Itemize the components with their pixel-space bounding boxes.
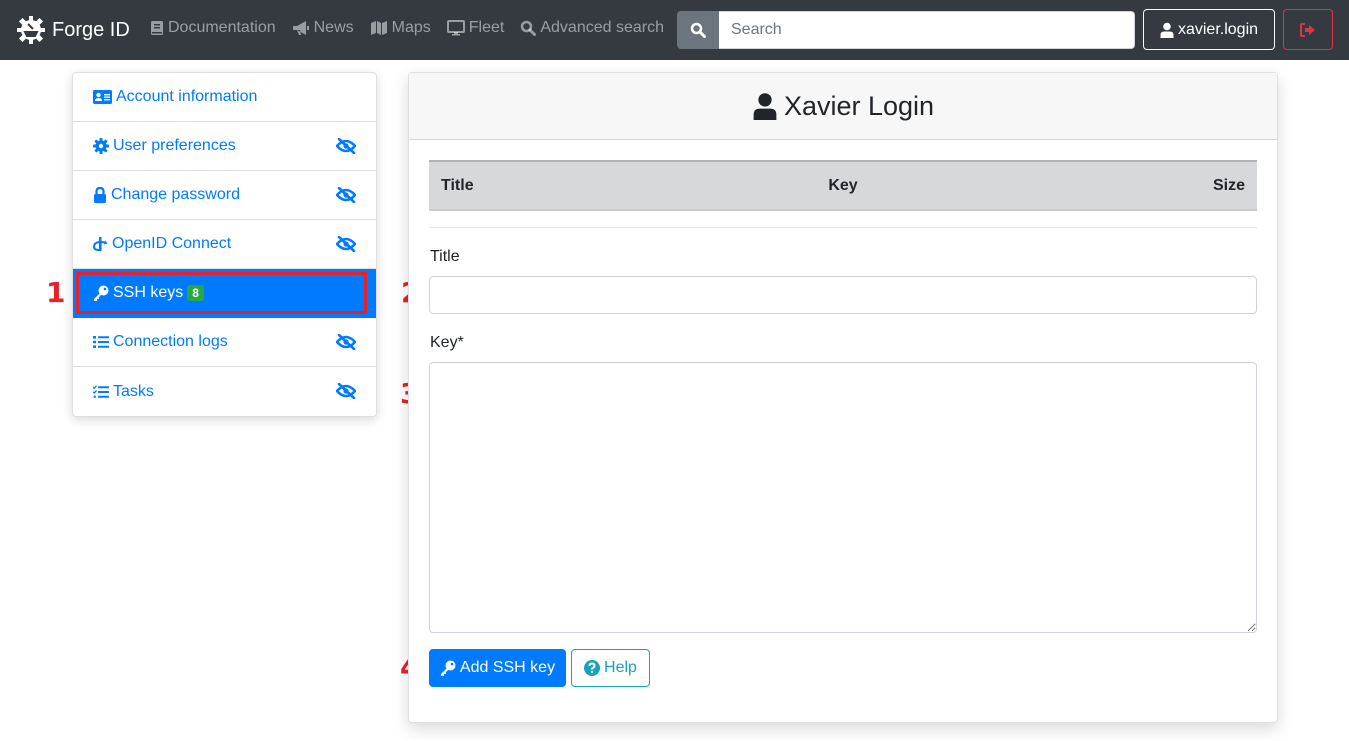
sidebar-item-label: Connection logs <box>113 333 228 350</box>
add-ssh-key-button[interactable]: Add SSH key <box>429 649 566 687</box>
account-sidebar: Account information User preferences Cha… <box>72 72 377 417</box>
navbar: Forge ID Documentation News Maps Fleet A… <box>0 0 1349 60</box>
key-textarea[interactable] <box>429 362 1257 633</box>
sign-out-icon <box>1300 22 1315 37</box>
nav-link-label: Fleet <box>468 19 505 36</box>
user-account-button[interactable]: xavier.login <box>1143 9 1275 50</box>
search-icon <box>690 22 706 38</box>
nav-link-label: Documentation <box>168 19 276 36</box>
nav-links: Documentation News Maps Fleet Advanced s… <box>150 19 680 37</box>
key-icon <box>94 285 109 301</box>
key-label: Key* <box>430 334 464 351</box>
nav-link-maps[interactable]: Maps <box>370 19 431 37</box>
desktop-icon <box>446 20 465 36</box>
sidebar-item-change-password[interactable]: Change password <box>73 171 376 220</box>
id-card-icon <box>93 90 112 104</box>
key-icon <box>440 660 456 676</box>
sidebar-item-label: Account information <box>116 88 258 105</box>
forge-logo-icon <box>17 16 45 44</box>
eye-slash-icon <box>336 236 356 252</box>
sidebar-item-label: User preferences <box>113 137 236 154</box>
title-input[interactable] <box>429 276 1257 314</box>
map-icon <box>370 21 387 35</box>
brand-name: Forge ID <box>52 18 130 41</box>
sidebar-item-label: SSH keys <box>113 284 184 301</box>
user-button-label: xavier.login <box>1177 20 1259 38</box>
bullhorn-icon <box>292 21 309 35</box>
user-icon <box>753 93 777 120</box>
sidebar-item-user-preferences[interactable]: User preferences <box>73 122 376 171</box>
lock-icon <box>94 187 106 203</box>
search-group <box>677 11 1135 49</box>
help-label: Help <box>604 659 637 676</box>
search-icon <box>521 20 537 36</box>
user-icon <box>1160 22 1174 38</box>
nav-link-documentation[interactable]: Documentation <box>150 19 276 37</box>
nav-link-label: Advanced search <box>540 19 664 36</box>
card-header: Xavier Login <box>409 73 1277 140</box>
nav-link-label: Maps <box>391 19 431 36</box>
sidebar-item-openid-connect[interactable]: OpenID Connect <box>73 220 376 269</box>
page-title: Xavier Login <box>783 90 935 121</box>
sidebar-item-tasks[interactable]: Tasks <box>73 367 376 416</box>
column-header-key[interactable]: Key <box>641 177 1045 195</box>
eye-slash-icon <box>336 138 356 154</box>
add-ssh-key-label: Add SSH key <box>459 659 556 676</box>
title-label: Title <box>430 248 460 265</box>
eye-slash-icon <box>336 187 356 203</box>
divider <box>429 227 1257 228</box>
search-input[interactable] <box>719 11 1135 49</box>
sidebar-item-ssh-keys[interactable]: SSH keys 8 <box>73 269 376 318</box>
nav-link-advanced-search[interactable]: Advanced search <box>520 19 664 37</box>
ssh-keys-card: Xavier Login Title Key Size Title Key* A… <box>408 72 1278 723</box>
tasks-icon <box>93 384 109 398</box>
column-header-size[interactable]: Size <box>1045 177 1245 195</box>
sidebar-item-account-information[interactable]: Account information <box>73 73 376 122</box>
openid-icon <box>93 237 108 251</box>
eye-slash-icon <box>336 334 356 350</box>
column-header-title[interactable]: Title <box>441 177 641 195</box>
sidebar-item-connection-logs[interactable]: Connection logs <box>73 318 376 367</box>
gear-icon <box>93 138 109 154</box>
brand[interactable]: Forge ID <box>16 15 130 45</box>
nav-link-label: News <box>313 19 354 36</box>
sidebar-item-label: OpenID Connect <box>112 235 232 252</box>
table-header: Title Key Size <box>429 160 1257 211</box>
book-icon <box>151 21 163 35</box>
help-button[interactable]: Help <box>571 649 650 687</box>
eye-slash-icon <box>336 383 356 399</box>
sidebar-item-label: Tasks <box>113 382 154 400</box>
list-icon <box>93 336 109 348</box>
search-button[interactable] <box>677 11 719 49</box>
nav-link-news[interactable]: News <box>292 19 354 37</box>
ssh-keys-count-badge: 8 <box>187 285 204 301</box>
annotation-marker-1: 1 <box>46 276 66 309</box>
question-circle-icon <box>584 660 601 676</box>
sidebar-item-label: Change password <box>111 186 240 203</box>
ssh-keys-table: Title Key Size <box>429 160 1257 211</box>
nav-link-fleet[interactable]: Fleet <box>446 19 505 37</box>
logout-button[interactable] <box>1283 9 1333 50</box>
